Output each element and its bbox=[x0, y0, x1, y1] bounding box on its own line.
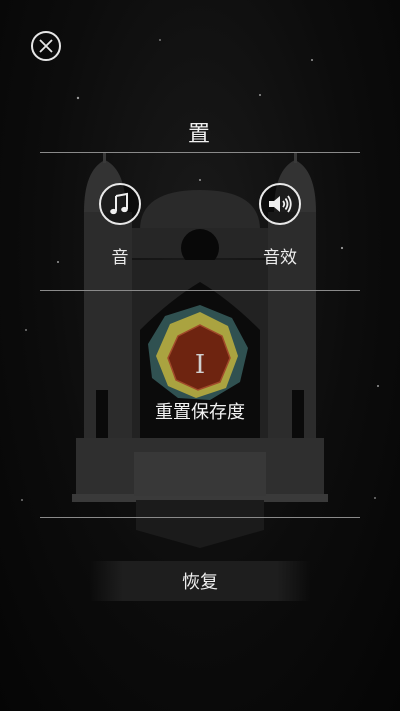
sound-effects-toggle[interactable]: 音效 bbox=[235, 183, 325, 268]
page-title: 置 bbox=[187, 122, 212, 147]
speaker-icon bbox=[269, 195, 292, 213]
music-note-icon bbox=[110, 192, 128, 215]
emblem-numeral: I bbox=[195, 350, 205, 380]
sound-effects-label: 音效 bbox=[263, 248, 297, 268]
restore-button-label: 恢复 bbox=[182, 572, 218, 593]
temple-background-illustration: I bbox=[21, 39, 379, 548]
restore-button[interactable]: 恢复 bbox=[90, 561, 310, 601]
sound-effects-toggle-ring bbox=[259, 183, 301, 225]
close-icon bbox=[39, 39, 53, 53]
divider-top bbox=[40, 152, 360, 153]
reset-save-button[interactable]: 重置保存度 bbox=[0, 398, 400, 424]
divider-bottom bbox=[40, 517, 360, 518]
music-toggle[interactable]: 音 bbox=[75, 183, 165, 268]
music-toggle-ring bbox=[99, 183, 141, 225]
close-button[interactable] bbox=[31, 31, 61, 61]
music-label: 音 bbox=[111, 248, 129, 268]
divider-middle bbox=[40, 290, 360, 291]
